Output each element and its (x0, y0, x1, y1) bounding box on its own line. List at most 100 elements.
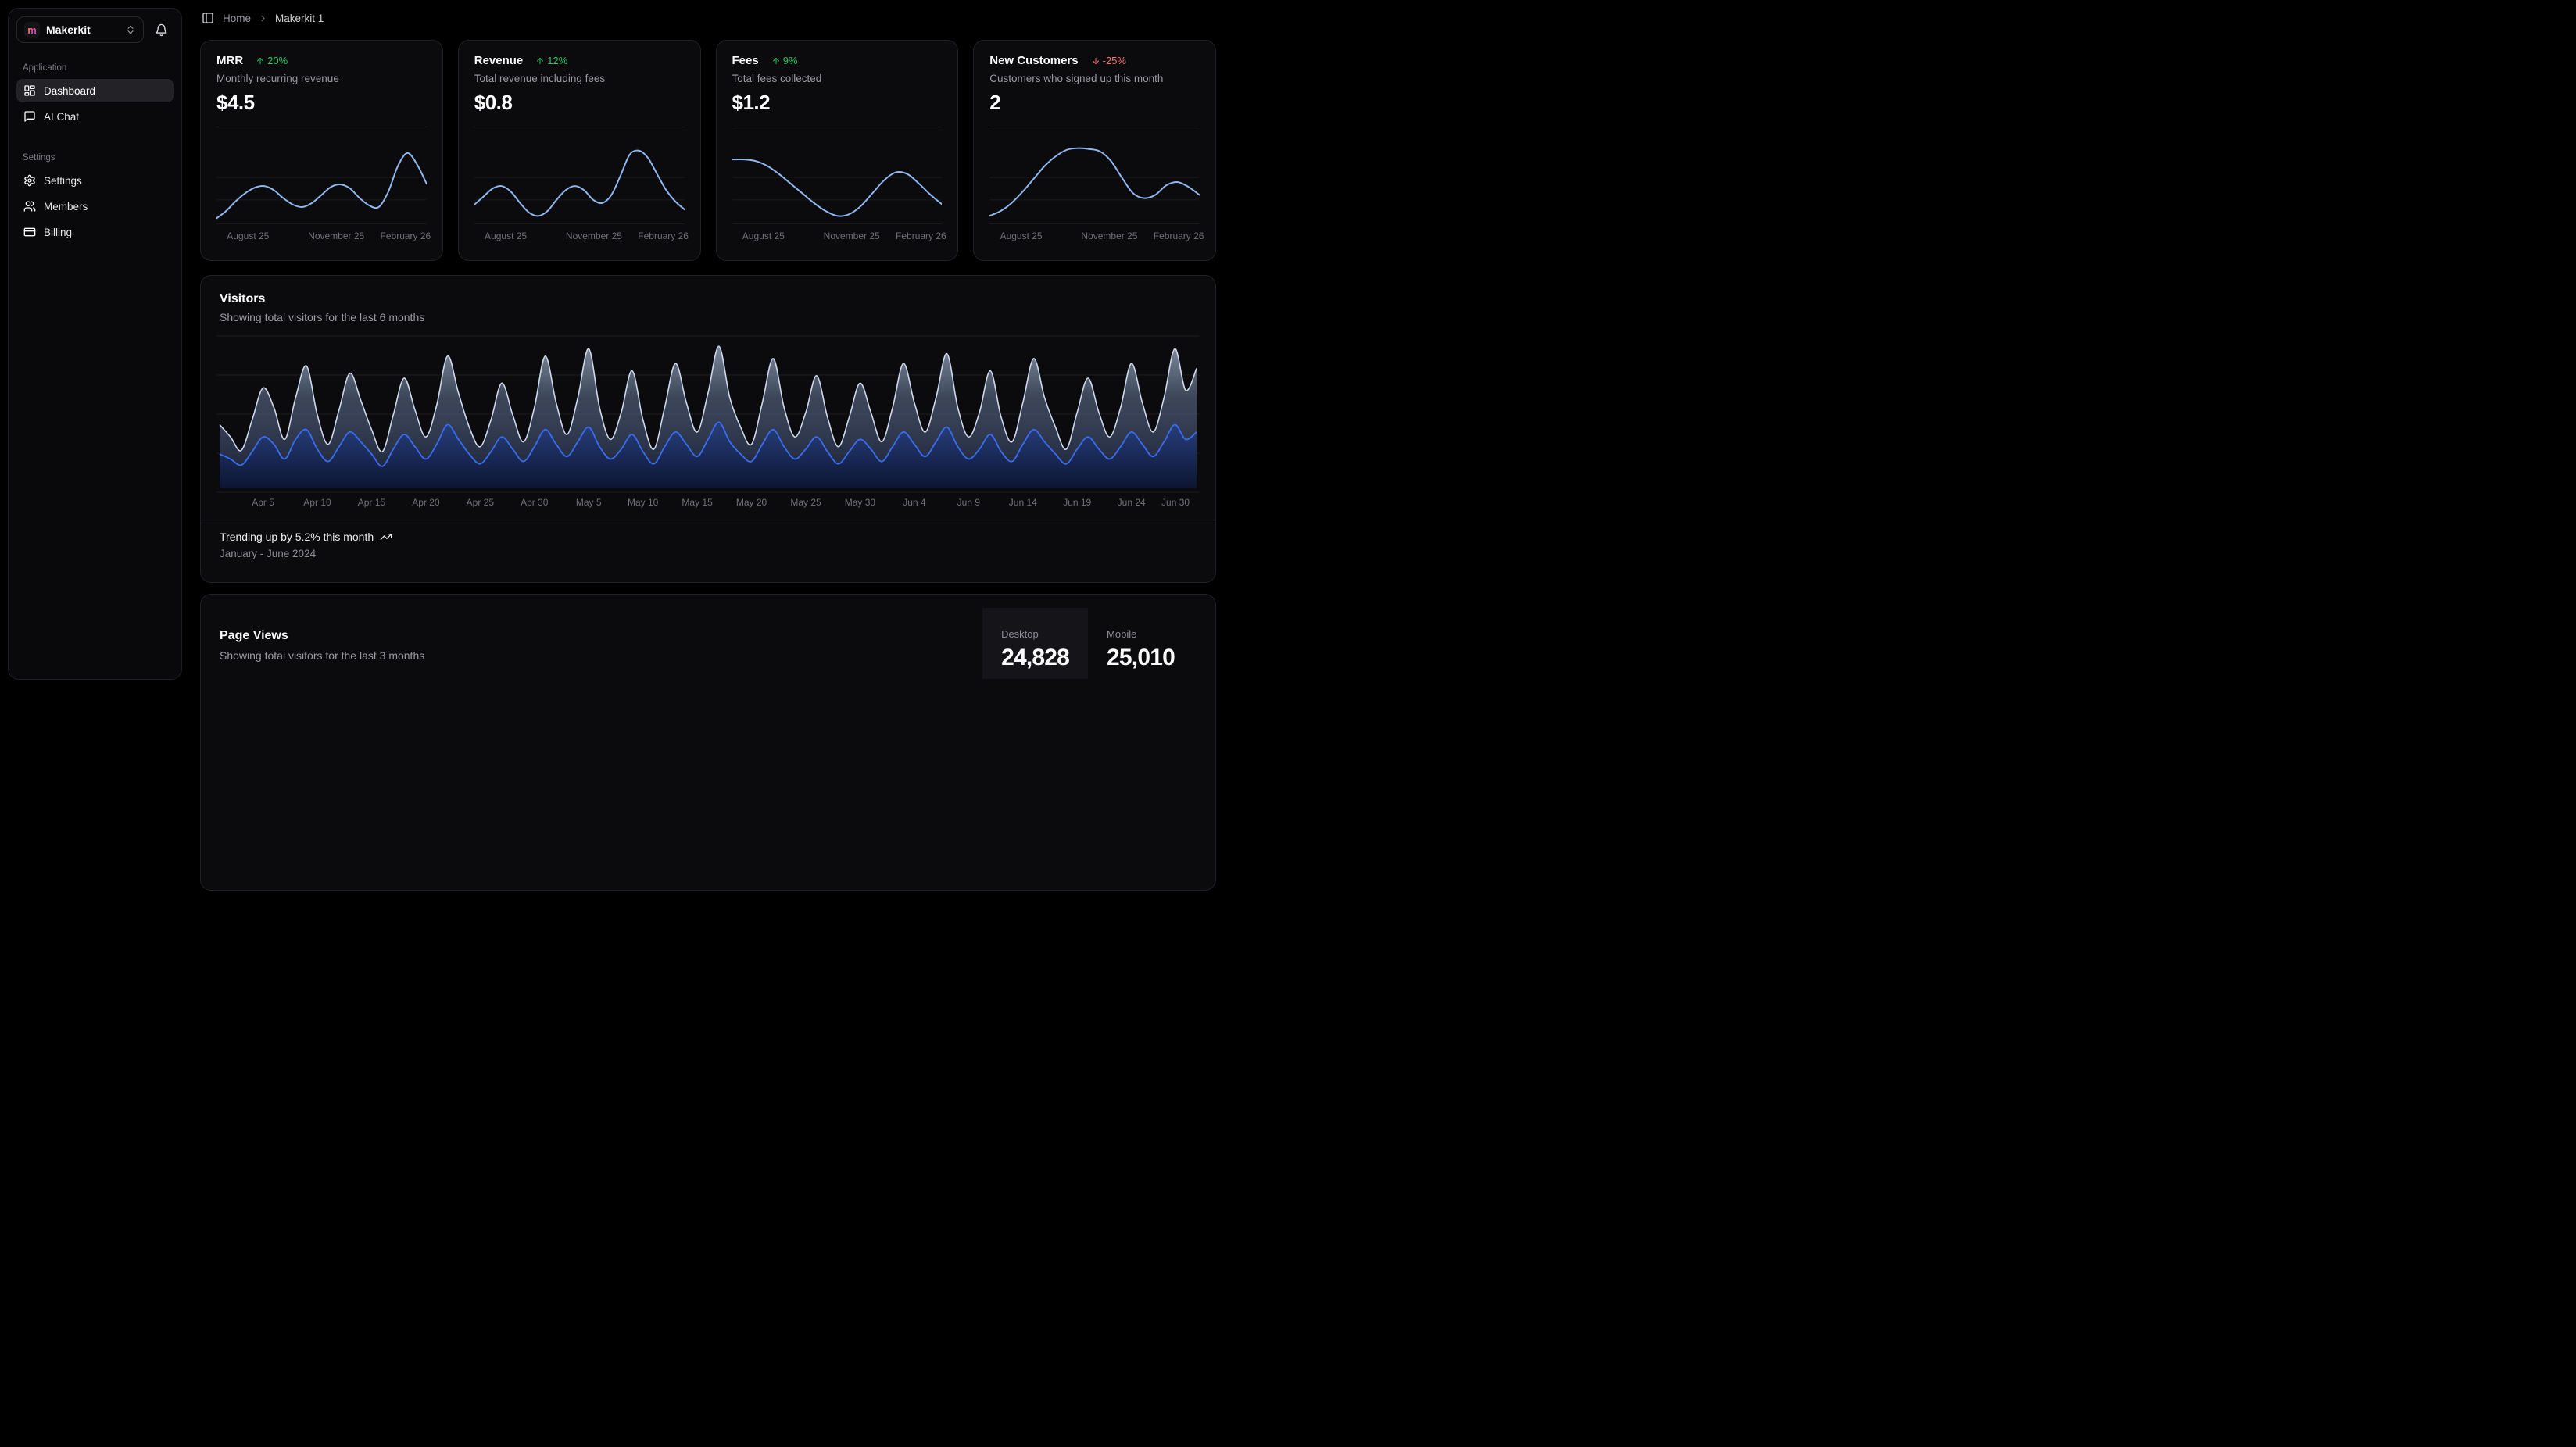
x-tick-label: Apr 15 (358, 497, 385, 508)
stat-change-badge: 9% (771, 55, 798, 66)
sidebar-item-label: Billing (44, 227, 72, 238)
x-tick-label: May 30 (845, 497, 875, 508)
x-tick-label: May 20 (736, 497, 767, 508)
stat-description: Total fees collected (732, 73, 943, 84)
x-tick-label: May 25 (790, 497, 821, 508)
visitors-area-chart (216, 335, 1200, 493)
x-tick-label: Jun 19 (1063, 497, 1091, 508)
chat-icon (23, 110, 36, 123)
stat-title: Fees (732, 54, 759, 67)
x-tick-label: Jun 30 (1161, 497, 1190, 508)
chevron-right-icon (258, 13, 268, 23)
trending-up-icon (380, 531, 392, 543)
visitors-subtitle: Showing total visitors for the last 6 mo… (220, 311, 1197, 323)
x-tick-label: Apr 5 (252, 497, 274, 508)
sidebar-item-label: AI Chat (44, 111, 79, 123)
sidebar-item-dashboard[interactable]: Dashboard (16, 79, 174, 102)
workspace-name: Makerkit (46, 23, 91, 36)
mrr-sparkline-chart (216, 137, 427, 229)
sidebar-item-billing[interactable]: Billing (16, 220, 174, 244)
sidebar-toggle-button[interactable] (200, 10, 216, 26)
breadcrumb: Home Makerkit 1 (200, 10, 324, 26)
sidebar-item-settings[interactable]: Settings (16, 169, 174, 192)
chevrons-up-down-icon (125, 24, 136, 35)
notifications-button[interactable] (148, 17, 174, 42)
arrow-up-icon (535, 56, 545, 66)
stat-change-badge: 20% (256, 55, 288, 66)
page-views-card: Page Views Showing total visitors for th… (200, 594, 1216, 891)
sidebar-item-members[interactable]: Members (16, 195, 174, 218)
breadcrumb-current-page: Makerkit 1 (275, 13, 324, 24)
arrow-down-icon (1091, 56, 1100, 66)
revenue-sparkline-chart (474, 137, 685, 229)
dashboard-page: { "sidebar": { "workspace": { "name": "M… (0, 0, 1225, 688)
x-tick-label: Apr 30 (521, 497, 548, 508)
tab-desktop-value: 24,828 (1001, 645, 1069, 671)
stat-value: $0.8 (474, 91, 685, 115)
stat-card-revenue: Revenue 12% Total revenue including fees… (458, 40, 701, 261)
users-icon (23, 200, 36, 213)
panel-left-icon (202, 12, 214, 24)
stat-card-fees: Fees 9% Total fees collected $1.2 August… (716, 40, 959, 261)
x-tick-label: Apr 10 (303, 497, 331, 508)
x-tick-label: May 5 (576, 497, 602, 508)
stat-change-badge: 12% (535, 55, 567, 66)
nav-section-settings: Settings (23, 153, 167, 163)
new-customers-sparkline-chart (989, 137, 1200, 229)
gear-icon (23, 174, 36, 187)
stat-title: Revenue (474, 54, 524, 67)
arrow-up-icon (771, 56, 781, 66)
sidebar-item-label: Dashboard (44, 85, 95, 97)
stat-description: Monthly recurring revenue (216, 73, 427, 84)
x-tick-label: May 10 (628, 497, 658, 508)
page-views-series-tabs: Desktop 24,828 Mobile 25,010 (982, 608, 1193, 679)
stat-value: 2 (989, 91, 1200, 115)
fees-sparkline-chart (732, 137, 943, 229)
workspace-selector[interactable]: m Makerkit (16, 16, 144, 43)
x-tick-label: May 15 (682, 497, 712, 508)
makerkit-logo-letter: m (27, 25, 37, 35)
x-tick-label: Jun 9 (957, 497, 980, 508)
stat-value: $1.2 (732, 91, 943, 115)
sidebar-item-ai-chat[interactable]: AI Chat (16, 105, 174, 128)
makerkit-logo: m (24, 22, 40, 38)
stat-description: Total revenue including fees (474, 73, 685, 84)
bell-icon (155, 23, 168, 37)
visitors-card: Visitors Showing total visitors for the … (200, 275, 1216, 583)
tab-desktop[interactable]: Desktop 24,828 (982, 608, 1088, 679)
tab-mobile[interactable]: Mobile 25,010 (1088, 608, 1193, 679)
stat-card-mrr: MRR 20% Monthly recurring revenue $4.5 A… (200, 40, 443, 261)
visitors-title: Visitors (220, 292, 1197, 306)
tab-mobile-value: 25,010 (1107, 645, 1175, 671)
x-tick-label: Apr 25 (467, 497, 494, 508)
sparkline-x-axis: August 25November 25February 26 (216, 230, 427, 243)
stat-card-new-customers: New Customers -25% Customers who signed … (973, 40, 1216, 261)
sidebar-item-label: Settings (44, 175, 82, 187)
sidebar: m Makerkit Application Dashboard AI Chat… (8, 8, 182, 680)
stat-title: MRR (216, 54, 243, 67)
visitors-footer: Trending up by 5.2% this month January -… (201, 520, 1215, 559)
x-tick-label: Jun 14 (1009, 497, 1037, 508)
tab-desktop-label: Desktop (1001, 628, 1069, 640)
stats-grid: MRR 20% Monthly recurring revenue $4.5 A… (200, 40, 1216, 261)
visitors-x-axis: Apr 5 Apr 10 Apr 15 Apr 20 Apr 25 Apr 30 May 5… (216, 497, 1200, 511)
sparkline-x-axis: August 25November 25February 26 (474, 230, 685, 243)
breadcrumb-home-link[interactable]: Home (223, 13, 251, 24)
credit-card-icon (23, 226, 36, 238)
dashboard-icon (23, 84, 36, 97)
tab-mobile-label: Mobile (1107, 628, 1175, 640)
main-content: Home Makerkit 1 MRR 20% Monthly recurrin… (200, 0, 1216, 688)
nav-section-application: Application (23, 63, 167, 73)
x-tick-label: Jun 4 (903, 497, 925, 508)
visitors-date-range: January - June 2024 (220, 548, 1197, 559)
stat-title: New Customers (989, 54, 1078, 67)
sparkline-x-axis: August 25November 25February 26 (732, 230, 943, 243)
stat-value: $4.5 (216, 91, 427, 115)
stat-change-badge: -25% (1091, 55, 1126, 66)
x-tick-label: Jun 24 (1118, 497, 1146, 508)
workspace-row: m Makerkit (16, 16, 174, 43)
sidebar-item-label: Members (44, 201, 88, 213)
sparkline-x-axis: August 25November 25February 26 (989, 230, 1200, 243)
x-tick-label: Apr 20 (412, 497, 439, 508)
arrow-up-icon (256, 56, 265, 66)
